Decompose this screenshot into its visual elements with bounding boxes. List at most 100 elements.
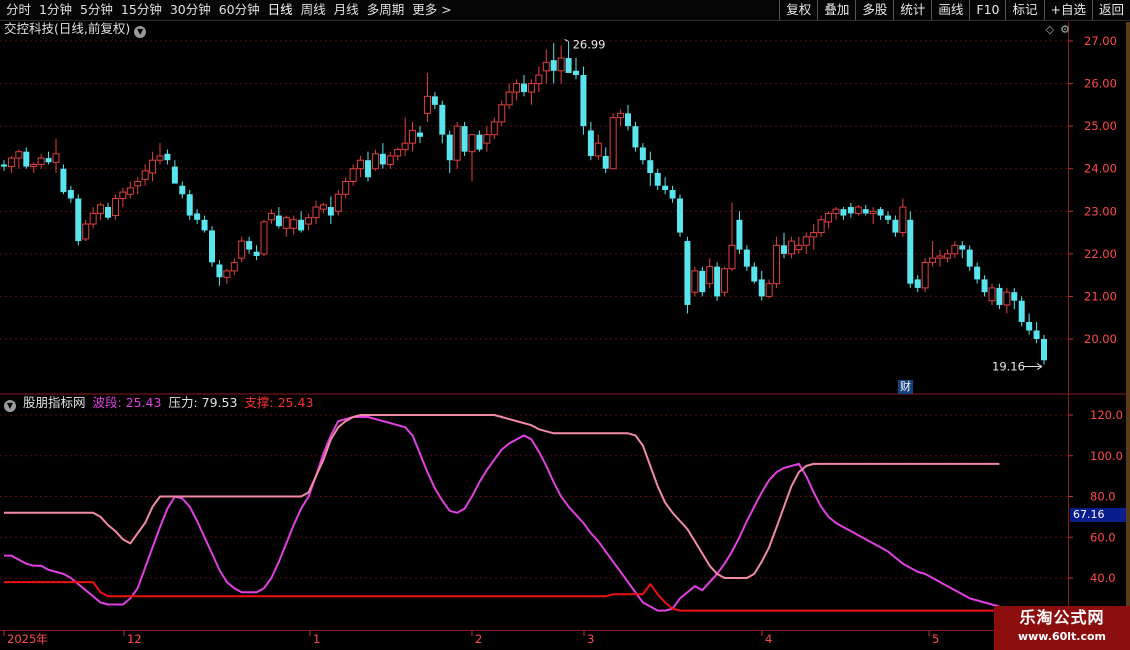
- candle-body: [527, 83, 535, 93]
- candle-body: [951, 244, 959, 255]
- candle-115: [854, 204, 862, 216]
- candle-138: [1026, 313, 1033, 335]
- candle-body: [1003, 291, 1011, 306]
- candle-134: [996, 283, 1003, 310]
- candle-126: [936, 249, 944, 267]
- chevron-down-icon[interactable]: ▼: [4, 400, 16, 412]
- candle-27: [201, 215, 208, 233]
- candle-body: [773, 244, 781, 285]
- candle-body: [305, 217, 313, 225]
- candle-body: [943, 253, 951, 259]
- indicator-title-bar[interactable]: ▼ 股朋指标网 波段: 25.43 压力: 79.53 支撑: 25.43: [4, 395, 313, 412]
- candle-body: [625, 113, 631, 127]
- candle-body: [253, 251, 260, 256]
- candle-64: [476, 130, 483, 152]
- candle-114: [847, 202, 854, 218]
- candle-body: [795, 244, 803, 251]
- candle-104: [773, 236, 781, 288]
- candle-body: [654, 172, 661, 186]
- candle-21: [156, 143, 164, 165]
- candle-75: [557, 45, 565, 84]
- candle-31: [230, 258, 238, 276]
- candle-90: [669, 185, 676, 203]
- candle-body: [677, 198, 683, 233]
- date-tick-label-1: 12: [127, 632, 142, 646]
- candle-59: [439, 100, 446, 144]
- candle-20: [149, 151, 157, 182]
- stock-title-bar[interactable]: 交控科技(日线,前复权) ▼: [4, 21, 147, 38]
- candle-body: [929, 257, 937, 263]
- price-tick-label-6: 21.00: [1084, 289, 1117, 303]
- candle-body: [282, 217, 290, 229]
- financial-report-badge[interactable]: 财: [898, 380, 913, 394]
- candle-122: [907, 211, 914, 288]
- candle-50: [371, 149, 379, 171]
- candle-60: [446, 130, 453, 173]
- candle-body: [23, 151, 30, 167]
- candle-4: [30, 162, 38, 173]
- candle-body: [298, 219, 305, 231]
- candle-42: [312, 200, 320, 225]
- candle-body: [840, 209, 847, 216]
- date-tick-label-2: 1: [313, 632, 320, 646]
- price-tick-label-7: 20.00: [1084, 332, 1117, 346]
- candle-body: [105, 207, 111, 218]
- candle-body: [825, 212, 833, 223]
- candle-19: [141, 164, 149, 186]
- candle-101: [751, 262, 758, 284]
- chevron-down-icon[interactable]: ▼: [134, 26, 147, 38]
- candle-62: [461, 121, 468, 156]
- candle-13: [97, 202, 105, 220]
- candle-1: [7, 155, 15, 173]
- candle-102: [758, 270, 765, 301]
- candle-body: [691, 270, 699, 293]
- candle-body: [587, 130, 594, 156]
- candle-body: [156, 155, 164, 161]
- indicator-name: 股朋指标网: [22, 395, 86, 410]
- candle-body: [751, 266, 758, 282]
- candle-body: [327, 207, 334, 216]
- candle-23: [171, 160, 178, 184]
- diamond-icon[interactable]: ◇: [1046, 23, 1054, 36]
- candle-body: [542, 61, 550, 72]
- candle-14: [105, 202, 111, 220]
- kline-chart-svg[interactable]: 27.00 26.00 25.00 24.00 23.00 22.00 21.00 20.00…: [0, 0, 1130, 650]
- candle-56: [417, 126, 423, 144]
- candle-body: [959, 245, 966, 250]
- candle-112: [832, 207, 840, 220]
- candle-66: [490, 117, 498, 139]
- candle-body: [490, 121, 498, 136]
- candle-15: [111, 194, 119, 220]
- candle-135: [1003, 287, 1011, 314]
- candle-121: [899, 198, 907, 237]
- settings-icon[interactable]: ⚙: [1060, 23, 1070, 36]
- right-sidebar-edge: [1126, 22, 1130, 622]
- candle-body: [468, 134, 476, 153]
- candle-body: [817, 219, 825, 234]
- watermark-title: 乐淘公式网: [1019, 608, 1105, 627]
- candle-137: [1018, 296, 1025, 327]
- candle-body: [988, 287, 996, 302]
- candle-body: [186, 194, 193, 216]
- candle-body: [966, 249, 973, 267]
- candle-body: [1, 164, 7, 167]
- candle-body: [67, 190, 74, 199]
- support-label: 支撑: 25.43: [244, 395, 314, 410]
- indicator-tick-label-4: 40.0: [1090, 571, 1116, 585]
- candle-57: [423, 72, 431, 122]
- candle-2: [15, 149, 23, 169]
- candle-body: [30, 163, 38, 168]
- candle-74: [550, 43, 557, 84]
- watermark-url: www.60lt.com: [1017, 630, 1107, 643]
- candle-body: [981, 279, 988, 293]
- candle-67: [498, 100, 506, 127]
- candle-129: [959, 241, 966, 259]
- candle-65: [483, 126, 491, 152]
- candle-58: [431, 92, 438, 110]
- candle-131: [974, 262, 981, 284]
- candle-80: [594, 134, 602, 161]
- candle-body: [936, 255, 944, 259]
- candle-73: [542, 49, 550, 84]
- date-tick-label-5: 4: [765, 632, 772, 646]
- candle-body: [379, 153, 386, 165]
